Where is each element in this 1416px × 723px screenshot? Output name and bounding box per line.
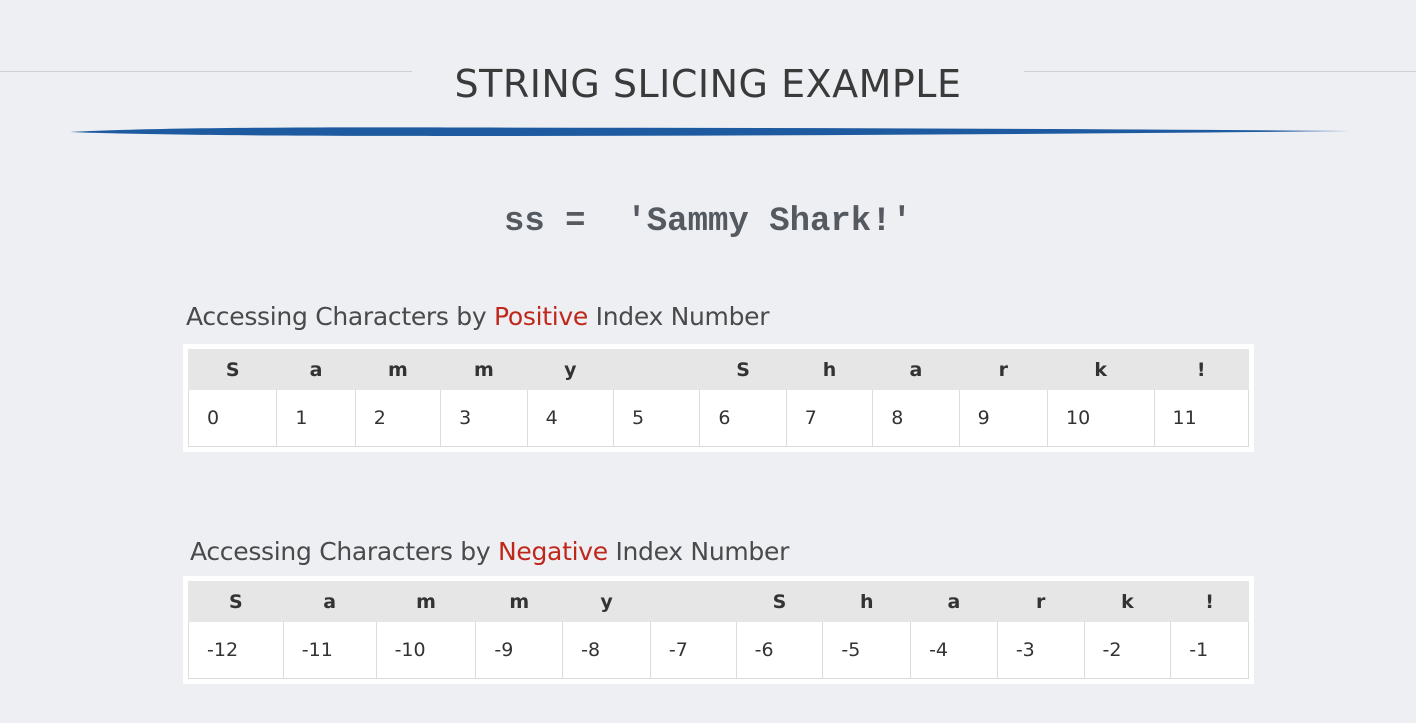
index-cell: 6 [699,389,787,447]
char-cell: a [276,348,356,391]
index-cell: 11 [1153,389,1249,447]
index-cell: -4 [910,621,998,679]
positive-index-heading: Accessing Characters by Positive Index N… [186,300,770,334]
heading-text-before: Accessing Characters by [186,302,494,331]
char-cell [649,580,737,623]
index-cell: -12 [188,621,284,679]
char-cell: a [910,580,998,623]
char-cell: r [996,580,1085,623]
index-cell: 0 [187,389,278,447]
char-cell: S [735,580,824,623]
index-row: 0 1 2 3 4 5 6 7 8 9 10 11 [187,389,1249,447]
index-cell: 4 [526,389,614,447]
index-cell: 2 [354,389,442,447]
char-cell: y [562,580,651,623]
char-cell: ! [1153,348,1249,391]
index-cell: 5 [612,389,701,447]
title-underline-stroke [70,127,1350,136]
char-row: S a m m y S h a r k ! [188,580,1249,623]
negative-index-heading: Accessing Characters by Negative Index N… [190,535,789,569]
index-cell: -9 [475,621,564,679]
char-cell: m [475,580,564,623]
index-cell: -11 [282,621,377,679]
char-cell: a [872,348,960,391]
char-cell: S [188,580,284,623]
char-cell: m [354,348,442,391]
slide-title: STRING SLICING EXAMPLE [454,62,962,106]
char-cell: S [187,348,278,391]
char-cell: m [375,580,477,623]
char-cell: h [822,580,912,623]
index-cell: -1 [1170,621,1249,679]
index-cell: 9 [958,389,1049,447]
char-cell: k [1047,348,1155,391]
char-row: S a m m y S h a r k ! [187,348,1249,391]
index-cell: -8 [562,621,651,679]
index-cell: 3 [440,389,528,447]
index-row: -12 -11 -10 -9 -8 -7 -6 -5 -4 -3 -2 -1 [188,621,1249,679]
index-cell: -2 [1083,621,1172,679]
char-cell: k [1083,580,1172,623]
index-cell: -5 [822,621,912,679]
index-cell: 10 [1047,389,1155,447]
char-cell: ! [1170,580,1249,623]
heading-highlight-negative: Negative [498,537,608,566]
negative-index-table: S a m m y S h a r k ! -12 -11 -10 -9 -8 … [183,576,1254,684]
index-cell: -10 [375,621,477,679]
char-cell: m [440,348,528,391]
positive-index-table: S a m m y S h a r k ! 0 1 2 3 4 5 6 7 8 … [183,344,1254,452]
index-cell: -6 [735,621,824,679]
heading-text-after: Index Number [607,537,790,566]
index-cell: 8 [872,389,960,447]
char-cell: h [785,348,874,391]
index-cell: 7 [785,389,874,447]
char-cell: r [958,348,1049,391]
index-cell: -3 [996,621,1085,679]
index-cell: -7 [649,621,737,679]
heading-text-after: Index Number [587,302,770,331]
char-cell: S [699,348,787,391]
index-cell: 1 [276,389,356,447]
char-cell: a [282,580,377,623]
char-cell: y [526,348,614,391]
heading-highlight-positive: Positive [494,302,588,331]
code-assignment: ss = 'Sammy Shark!' [503,203,913,241]
heading-text-before: Accessing Characters by [190,537,498,566]
char-cell [612,348,701,391]
